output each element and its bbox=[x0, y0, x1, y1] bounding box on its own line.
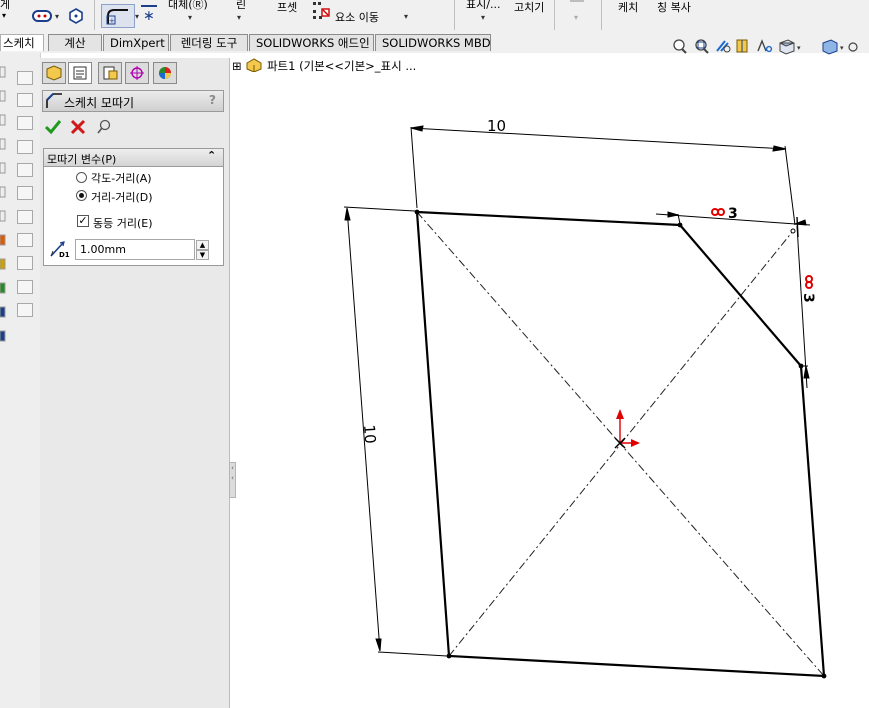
dimension-left[interactable] bbox=[343, 206, 448, 657]
chamfer-dimension-v-value[interactable]: 3 bbox=[800, 293, 816, 303]
link-icon bbox=[711, 208, 725, 216]
dimension-top-value[interactable]: 10 bbox=[487, 117, 506, 135]
sketch-origin-icon[interactable] bbox=[614, 409, 640, 449]
graphics-area[interactable]: 10 10 3 3 bbox=[0, 0, 869, 708]
dimension-left-value[interactable]: 10 bbox=[360, 424, 379, 444]
link-icon-vertical bbox=[805, 275, 813, 289]
chamfer-dimension-h-value[interactable]: 3 bbox=[728, 206, 738, 222]
